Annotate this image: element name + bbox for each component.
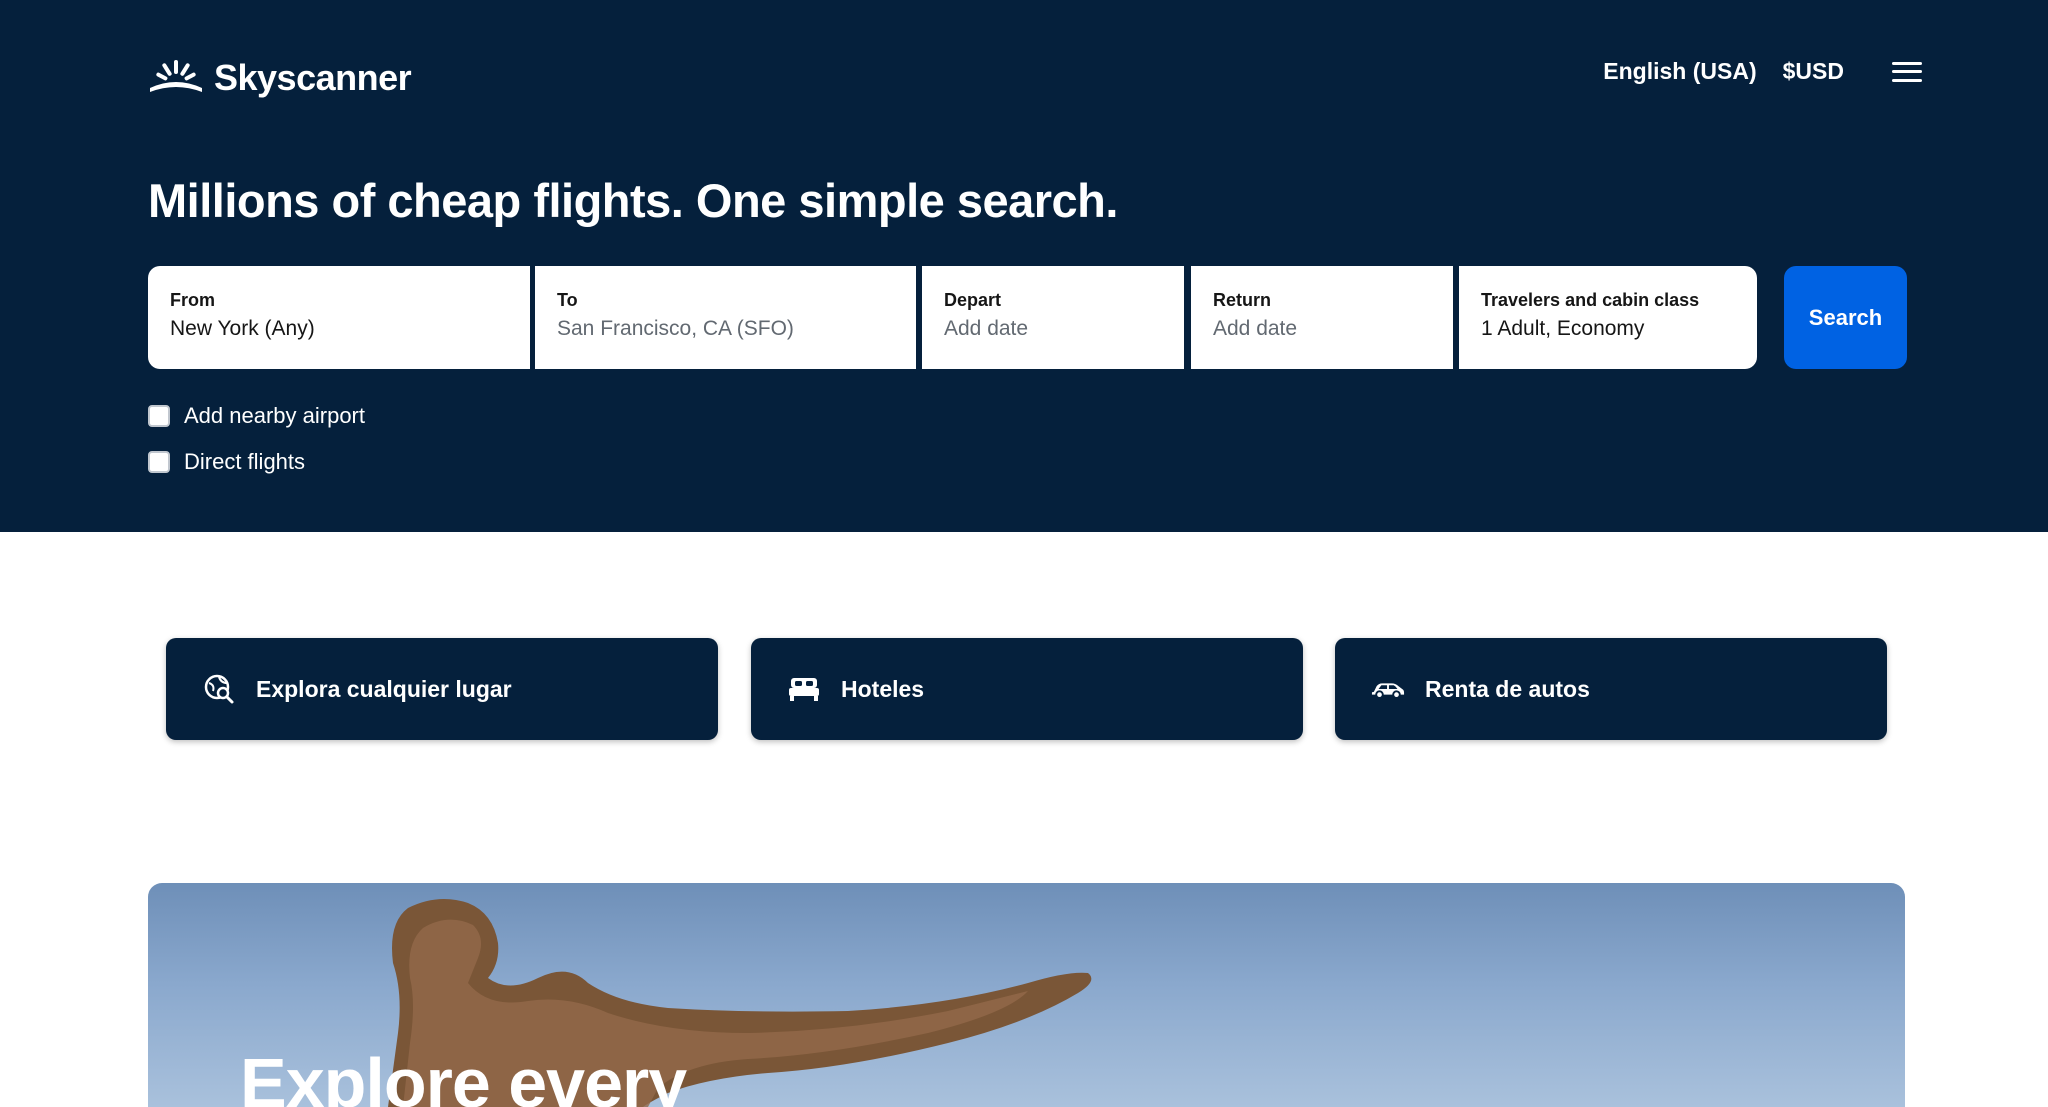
direct-flights-option[interactable]: Direct flights	[148, 449, 305, 475]
globe-search-icon	[202, 672, 236, 706]
top-navigation: English (USA) $USD	[1603, 58, 1922, 85]
hero-section: Skyscanner English (USA) $USD Millions o…	[0, 0, 2048, 532]
sunrise-icon	[150, 60, 202, 92]
depart-date-field[interactable]: Depart Add date	[922, 266, 1184, 369]
search-button[interactable]: Search	[1784, 266, 1907, 369]
brand-name: Skyscanner	[214, 57, 412, 98]
direct-flights-label: Direct flights	[184, 449, 306, 474]
page-headline: Millions of cheap flights. One simple se…	[148, 174, 1118, 227]
explore-anywhere-button[interactable]: Explora cualquier lugar	[166, 638, 718, 740]
car-icon	[1371, 672, 1405, 706]
nearby-airport-option[interactable]: Add nearby airport	[148, 403, 365, 429]
banner-title: Explore every	[240, 1044, 687, 1107]
from-label: From	[170, 290, 215, 310]
depart-label: Depart	[944, 290, 1002, 310]
nearby-airport-checkbox[interactable]	[148, 405, 170, 427]
return-date-field[interactable]: Return Add date	[1191, 266, 1453, 369]
explore-anywhere-label: Explora cualquier lugar	[256, 675, 512, 702]
to-placeholder[interactable]: San Francisco, CA (SFO)	[557, 317, 894, 341]
hotels-button[interactable]: Hoteles	[751, 638, 1303, 740]
explore-banner[interactable]: Explore every	[148, 883, 1905, 1107]
hotels-label: Hoteles	[841, 675, 925, 702]
currency-selector[interactable]: $USD	[1783, 58, 1844, 85]
travelers-cabin-field[interactable]: Travelers and cabin class 1 Adult, Econo…	[1459, 266, 1757, 369]
depart-placeholder[interactable]: Add date	[944, 317, 1162, 341]
car-rental-button[interactable]: Renta de autos	[1335, 638, 1887, 740]
bed-icon	[787, 672, 821, 706]
from-field[interactable]: From New York (Any)	[148, 266, 530, 369]
skyscanner-logo[interactable]: Skyscanner	[148, 56, 412, 100]
language-selector[interactable]: English (USA)	[1603, 58, 1756, 85]
car-rental-label: Renta de autos	[1425, 675, 1590, 702]
nearby-airport-label: Add nearby airport	[184, 403, 365, 428]
to-field[interactable]: To San Francisco, CA (SFO)	[535, 266, 916, 369]
to-label: To	[557, 290, 578, 310]
return-placeholder[interactable]: Add date	[1213, 317, 1431, 341]
travelers-label: Travelers and cabin class	[1481, 290, 1700, 310]
hamburger-menu-icon[interactable]	[1892, 61, 1922, 82]
return-label: Return	[1213, 290, 1271, 310]
from-value[interactable]: New York (Any)	[170, 317, 508, 341]
direct-flights-checkbox[interactable]	[148, 451, 170, 473]
travelers-value[interactable]: 1 Adult, Economy	[1481, 317, 1735, 341]
